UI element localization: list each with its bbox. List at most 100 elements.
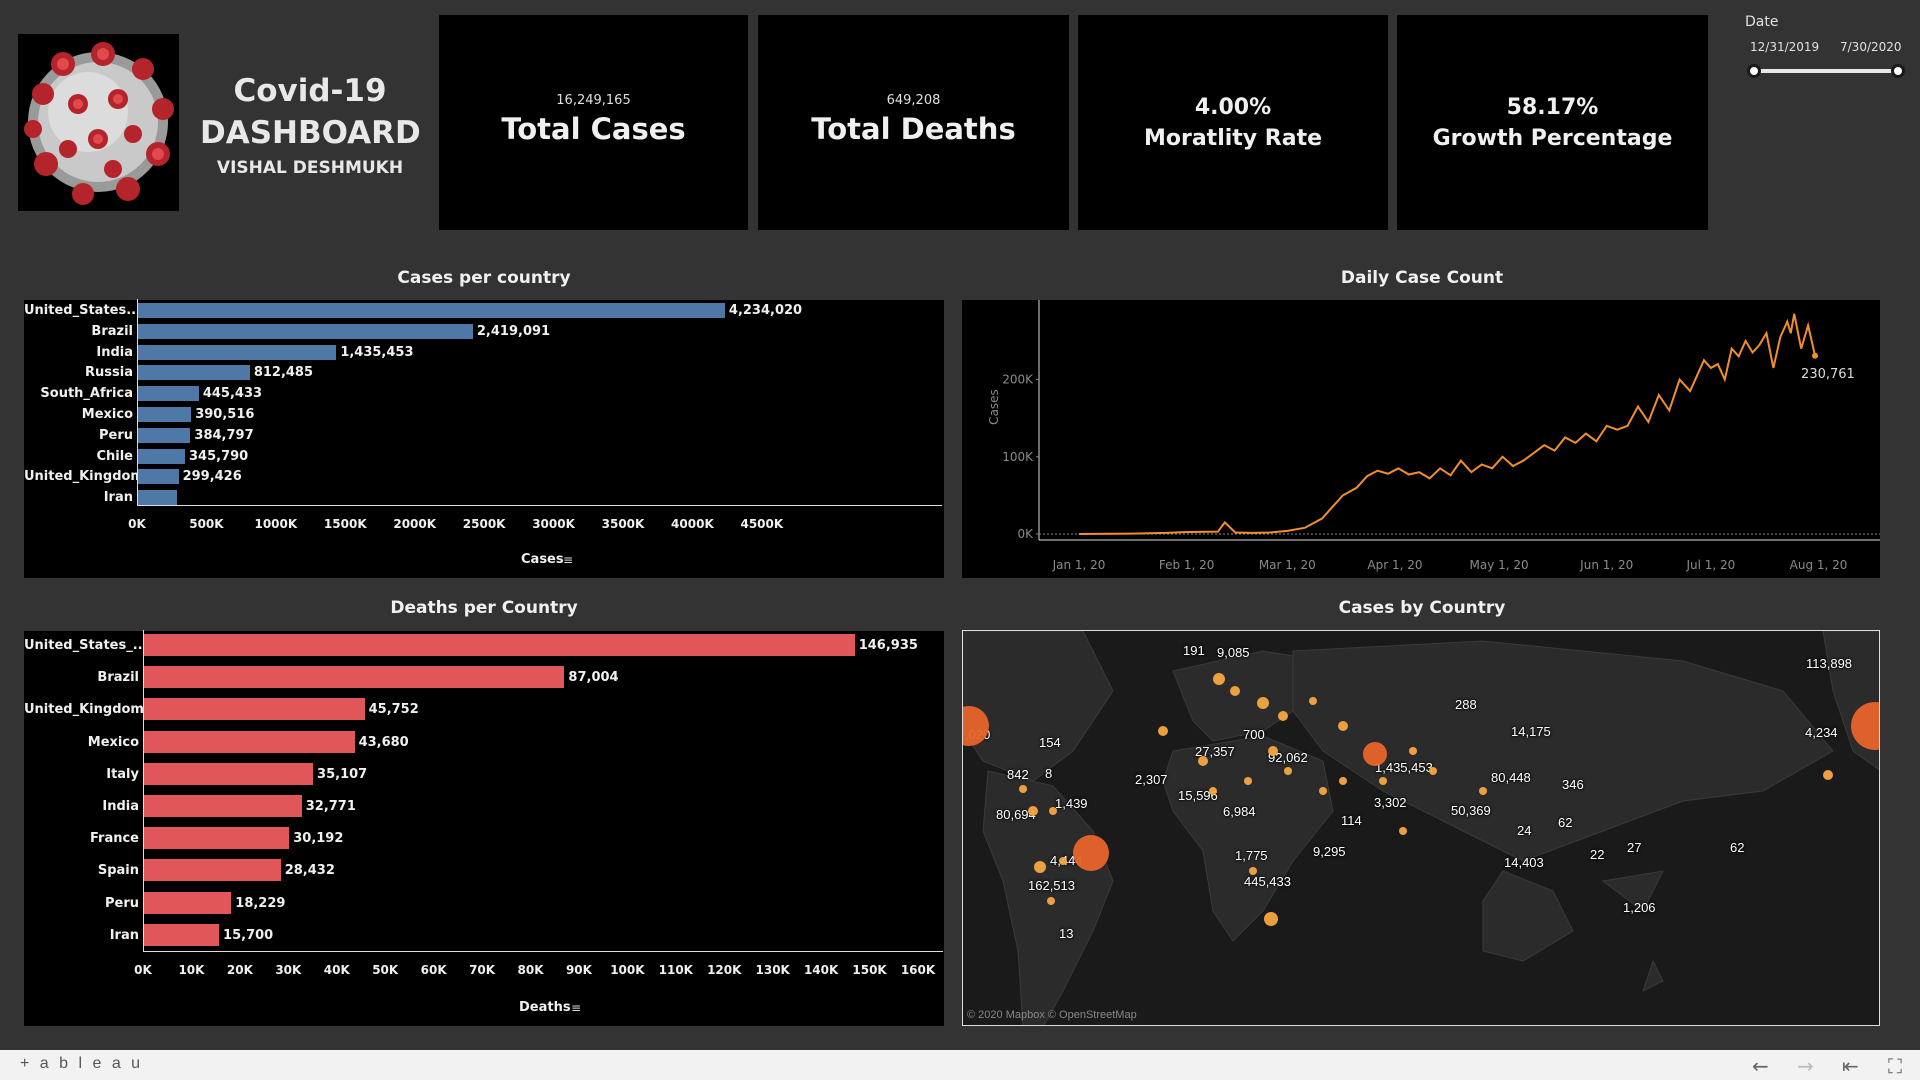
map-country-label: 6,984 xyxy=(1223,804,1256,819)
dashboard-title-line1: Covid-19 xyxy=(233,73,387,109)
x-tick-label: Jun 1, 20 xyxy=(1579,558,1633,572)
map-country-label: 1,439 xyxy=(1055,796,1088,811)
daily-line-chart[interactable]: 0K 100K 200K Jan 1, 20 Feb 1, 20 Mar 1, 20 Apr… xyxy=(962,300,1880,578)
map-bubble xyxy=(1264,912,1278,926)
map-bubble xyxy=(1230,686,1240,696)
bar-category-label: South_Africa xyxy=(40,386,133,402)
map-bubble xyxy=(1409,747,1417,755)
map-country-label: 2,307 xyxy=(1135,772,1168,787)
kpi-total-cases-label: Total Cases xyxy=(501,112,686,146)
redo-icon[interactable]: → xyxy=(1797,1054,1814,1078)
x-tick-label: 500K xyxy=(189,517,224,531)
date-range-slider[interactable] xyxy=(1752,69,1900,73)
y-tick-label: 100K xyxy=(1002,450,1034,464)
bar-category-label: Brazil xyxy=(97,670,139,686)
bar[interactable] xyxy=(137,303,725,318)
map-bubble xyxy=(1059,857,1067,865)
date-slider-end-handle[interactable] xyxy=(1891,64,1905,78)
date-slider-start-handle[interactable] xyxy=(1747,64,1761,78)
revert-icon[interactable]: ⇤ xyxy=(1842,1054,1859,1078)
cases-bar-chart[interactable]: United_States.. 4,234,020 Brazil 2,419,091 I… xyxy=(24,299,944,578)
daily-chart-panel[interactable]: 0K 100K 200K Jan 1, 20 Feb 1, 20 Mar 1, 20 Apr… xyxy=(962,300,1880,578)
bar[interactable] xyxy=(137,365,250,381)
tableau-footer xyxy=(0,1050,1920,1080)
bar-value-label: 4,234,020 xyxy=(728,303,803,318)
bar[interactable] xyxy=(143,891,232,914)
bar[interactable] xyxy=(137,407,192,422)
coronavirus-image xyxy=(24,42,174,205)
bar-value-label: 15,700 xyxy=(223,927,274,943)
map-country-label: 114 xyxy=(1341,813,1362,828)
map-country-label: 62 xyxy=(1558,815,1573,830)
undo-icon[interactable]: ← xyxy=(1752,1054,1769,1078)
date-filter-start: 12/31/2019 xyxy=(1750,40,1820,54)
x-tick-label: 160K xyxy=(900,963,936,977)
map-bubble xyxy=(1339,777,1347,785)
kpi-total-deaths: 649,208 Total Deaths xyxy=(758,15,1069,230)
tableau-logo[interactable]: + a b l e a u xyxy=(20,1055,143,1073)
bar[interactable] xyxy=(137,344,337,360)
map-bubble xyxy=(1244,777,1252,785)
bar-category-label: United_States_.. xyxy=(24,638,143,653)
map-country-label: 191 xyxy=(1183,643,1205,658)
sort-icon[interactable]: ≡ xyxy=(571,1001,581,1015)
map-country-label: 162,513 xyxy=(1028,878,1075,893)
map-bubble xyxy=(1213,673,1225,685)
deaths-bar-chart[interactable]: United_States_.. 146,935 Brazil 87,004 Unite… xyxy=(24,630,944,1026)
bar[interactable] xyxy=(143,730,355,753)
x-tick-label: 2000K xyxy=(393,517,437,531)
map-markers[interactable]: 1919,085113,898,02028870014,1754,2341542… xyxy=(963,631,1879,1025)
map-bubble-large xyxy=(1073,835,1109,871)
bar[interactable] xyxy=(143,923,220,946)
bar[interactable] xyxy=(137,323,473,339)
bar-value-label: 32,771 xyxy=(305,799,356,814)
bar[interactable] xyxy=(143,666,565,689)
y-tick-label: 0K xyxy=(1017,527,1034,541)
sort-icon[interactable]: ≡ xyxy=(563,553,573,567)
daily-cases-line[interactable] xyxy=(1078,313,1817,535)
map-title: Cases by Country xyxy=(1338,598,1506,618)
date-filter-end: 7/30/2020 xyxy=(1840,40,1902,54)
deaths-chart-panel[interactable]: United_States_.. 146,935 Brazil 87,004 Unite… xyxy=(24,630,944,1026)
date-filter-title: Date xyxy=(1745,14,1779,30)
cases-chart-title: Cases per country xyxy=(397,268,571,288)
x-tick-label: Mar 1, 20 xyxy=(1259,558,1316,572)
bar[interactable] xyxy=(143,634,855,656)
bar[interactable] xyxy=(137,469,179,485)
bar[interactable] xyxy=(143,827,290,850)
kpi-total-cases: 16,249,165 Total Cases xyxy=(439,15,748,230)
bar[interactable] xyxy=(137,386,199,402)
fullscreen-icon[interactable]: ⛶ xyxy=(1888,1054,1902,1078)
cases-axis-title: Cases xyxy=(521,552,564,567)
map-country-label: 288 xyxy=(1455,697,1477,712)
map-bubble xyxy=(1019,785,1027,793)
cases-chart-panel[interactable]: United_States.. 4,234,020 Brazil 2,419,091 I… xyxy=(24,299,944,578)
bar[interactable] xyxy=(143,762,314,785)
x-tick-label: Jul 1, 20 xyxy=(1685,558,1735,572)
cases-map[interactable]: 1919,085113,898,02028870014,1754,2341542… xyxy=(962,630,1880,1026)
bar-value-label: 28,432 xyxy=(284,863,335,879)
bar[interactable] xyxy=(137,427,191,443)
bar-category-label: Iran xyxy=(109,927,139,943)
bar-category-label: Peru xyxy=(104,895,139,911)
map-country-label: 27 xyxy=(1627,840,1642,855)
bar-category-label: Italy xyxy=(106,766,139,782)
bar-category-label: United_Kingdom xyxy=(24,702,144,718)
bar[interactable] xyxy=(137,490,178,506)
bar-value-label: 2,419,091 xyxy=(476,323,551,339)
kpi-mortality-value: 4.00% xyxy=(1194,95,1272,120)
map-bubble xyxy=(1429,767,1437,775)
kpi-total-deaths-label: Total Deaths xyxy=(811,112,1016,146)
bar[interactable] xyxy=(137,448,185,464)
bar-category-label: Brazil xyxy=(91,323,133,339)
map-country-label: 154 xyxy=(1039,735,1061,750)
bar-category-label: United_Kingdom xyxy=(24,469,144,485)
map-country-label: 50,369 xyxy=(1451,803,1491,818)
map-bubble xyxy=(1338,721,1348,731)
bar[interactable] xyxy=(143,795,302,817)
deaths-chart-title: Deaths per Country xyxy=(390,598,578,618)
x-tick-label: Apr 1, 20 xyxy=(1367,558,1422,572)
bar[interactable] xyxy=(143,859,281,882)
map-country-label: 3,302 xyxy=(1374,795,1407,810)
bar[interactable] xyxy=(143,698,365,721)
